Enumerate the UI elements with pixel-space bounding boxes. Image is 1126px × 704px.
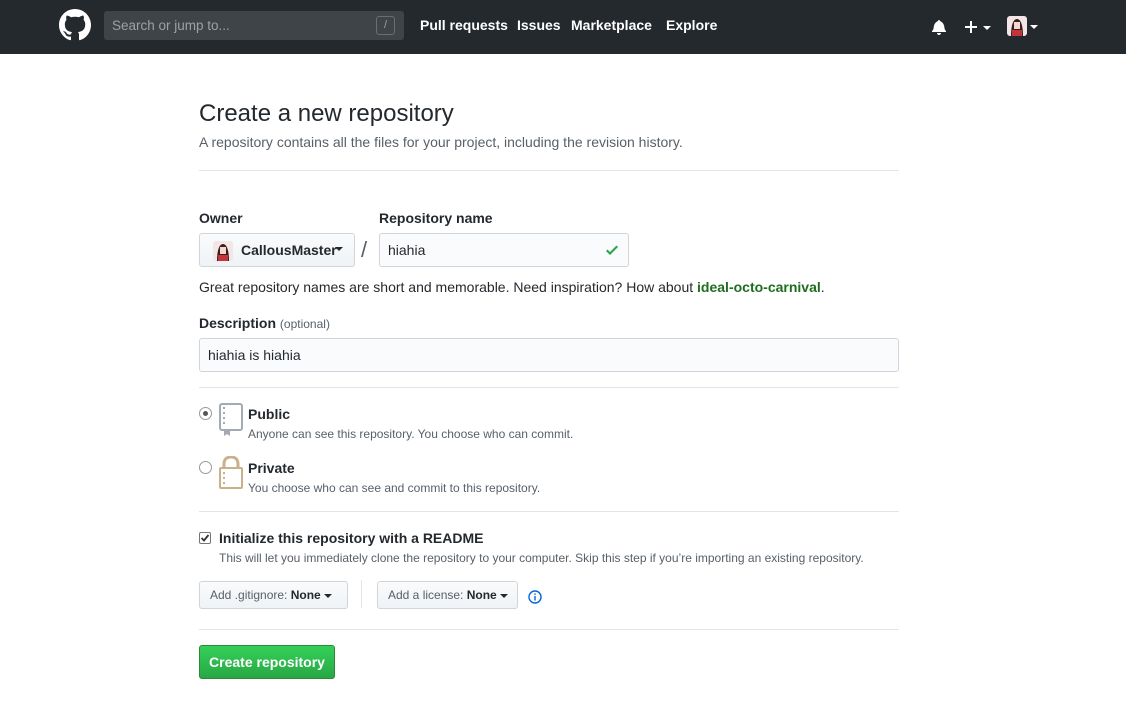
license-value: None [466, 588, 497, 602]
hint-text: Great repository names are short and mem… [199, 279, 698, 295]
public-radio[interactable] [199, 407, 212, 420]
github-logo-icon[interactable] [59, 9, 91, 41]
search-shortcut-hint: / [376, 16, 395, 35]
search-box[interactable] [104, 11, 404, 40]
owner-name: CallousMaster [241, 242, 337, 258]
init-readme-note: This will let you immediately clone the … [219, 551, 864, 565]
repo-name-label: Repository name [379, 210, 493, 226]
description-label-text: Description [199, 315, 277, 331]
hint-suffix: . [820, 279, 825, 295]
lock-icon [219, 456, 243, 489]
repo-icon [219, 403, 243, 436]
init-readme-label: Initialize this repository with a README [219, 530, 484, 546]
divider [199, 387, 899, 388]
divider [199, 511, 899, 512]
description-label: Description (optional) [199, 315, 330, 331]
gitignore-select-button[interactable]: Add .gitignore: None [199, 581, 348, 609]
nav-pull-requests[interactable]: Pull requests [420, 17, 508, 33]
notification-bell-icon[interactable] [931, 19, 947, 35]
description-input[interactable] [199, 338, 899, 372]
name-suggestion-link[interactable]: ideal-octo-carnival [697, 279, 821, 295]
nav-marketplace[interactable]: Marketplace [571, 17, 652, 33]
repo-name-hint: Great repository names are short and mem… [199, 279, 825, 295]
private-note: You choose who can see and commit to thi… [248, 481, 541, 495]
global-header: / Pull requests Issues Marketplace Explo… [0, 0, 1126, 54]
nav-issues[interactable]: Issues [517, 17, 561, 33]
user-avatar-menu-icon[interactable] [1007, 16, 1039, 38]
owner-avatar [213, 241, 233, 261]
owner-repo-separator: / [361, 237, 368, 262]
page-subtitle: A repository contains all the files for … [199, 134, 683, 150]
divider [199, 170, 899, 171]
owner-select-button[interactable]: CallousMaster [199, 233, 355, 267]
search-input[interactable] [104, 11, 374, 40]
license-prefix: Add a license: [388, 588, 464, 602]
repo-name-input[interactable] [379, 233, 629, 267]
chevron-down-icon [335, 247, 343, 251]
init-readme-checkbox[interactable] [199, 532, 211, 544]
info-icon[interactable] [528, 590, 542, 604]
chevron-down-icon [500, 593, 509, 598]
select-separator [361, 580, 362, 608]
owner-label: Owner [199, 210, 243, 226]
chevron-down-icon [324, 593, 333, 598]
create-repository-button[interactable]: Create repository [199, 645, 335, 679]
optional-hint: (optional) [279, 317, 330, 331]
gitignore-value: None [290, 588, 321, 602]
page-title: Create a new repository [199, 100, 454, 127]
public-note: Anyone can see this repository. You choo… [248, 427, 574, 441]
checkmark-icon [200, 534, 210, 542]
nav-explore[interactable]: Explore [666, 17, 717, 33]
create-new-dropdown-icon[interactable] [963, 18, 993, 36]
owner-avatar-image-icon [213, 241, 233, 261]
divider [199, 629, 899, 630]
gitignore-prefix: Add .gitignore: [210, 588, 288, 602]
valid-check-icon [606, 245, 618, 255]
private-radio[interactable] [199, 461, 212, 474]
license-select-button[interactable]: Add a license: None [377, 581, 518, 609]
public-label: Public [248, 406, 291, 422]
private-label: Private [248, 460, 295, 476]
